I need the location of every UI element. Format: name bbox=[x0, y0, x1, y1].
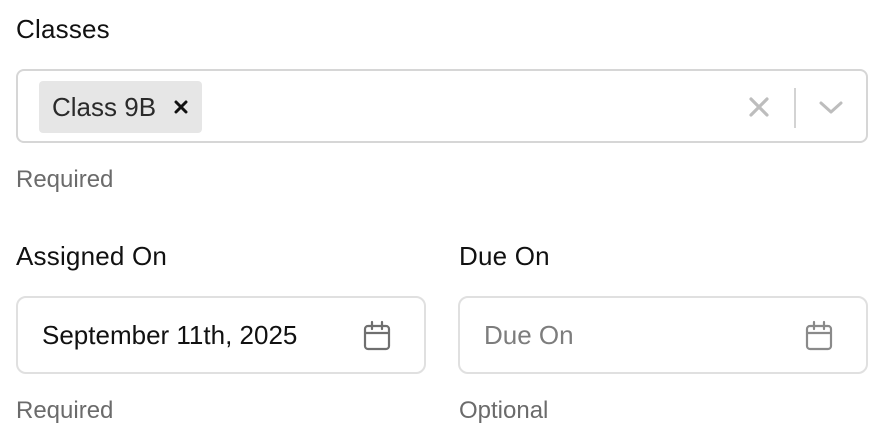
indicator-separator bbox=[794, 88, 796, 128]
chevron-down-icon[interactable] bbox=[814, 91, 848, 125]
calendar-icon[interactable] bbox=[362, 320, 392, 352]
due-on-helper-text: Optional bbox=[459, 397, 549, 424]
chip-remove-close-icon[interactable] bbox=[174, 100, 188, 114]
class-chip-label: Class 9B bbox=[52, 91, 157, 122]
due-on-date-input[interactable]: Due On bbox=[458, 296, 868, 374]
classes-multiselect[interactable]: Class 9B bbox=[16, 69, 868, 143]
assigned-on-label: Assigned On bbox=[16, 241, 168, 271]
due-on-placeholder: Due On bbox=[484, 320, 574, 350]
calendar-icon[interactable] bbox=[804, 320, 834, 352]
assigned-on-date-input[interactable]: September 11th, 2025 bbox=[16, 296, 426, 374]
due-on-label: Due On bbox=[459, 241, 550, 271]
classes-helper-text: Required bbox=[16, 166, 114, 193]
class-chip: Class 9B bbox=[39, 81, 203, 133]
clear-selection-icon[interactable] bbox=[745, 93, 773, 121]
assigned-on-helper-text: Required bbox=[16, 397, 114, 424]
assigned-on-value: September 11th, 2025 bbox=[42, 320, 298, 350]
classes-label: Classes bbox=[16, 14, 110, 44]
